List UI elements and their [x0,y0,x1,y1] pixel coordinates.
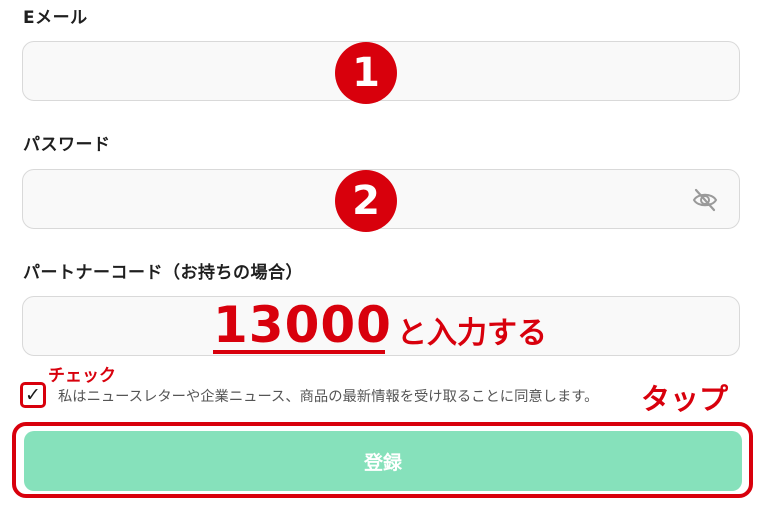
password-label: パスワード [23,135,111,155]
consent-text: 私はニュースレターや企業ニュース、商品の最新情報を受け取ることに同意します。 [58,389,599,405]
step-1-badge: 1 [335,42,397,104]
step-2-badge: 2 [335,170,397,232]
consent-checkbox[interactable]: ✓ [20,382,46,408]
partner-code-annotation-underline [213,350,385,354]
partner-code-label: パートナーコード（お持ちの場合） [23,263,303,283]
partner-code-annotation-instruction: と入力する [397,316,547,351]
tap-annotation: タップ [641,382,729,416]
partner-code-annotation-value: 13000 [213,296,392,354]
register-button[interactable]: 登録 [24,431,742,491]
email-label: Eメール [23,8,88,28]
eye-off-icon[interactable] [691,186,719,214]
check-annotation: チェック [48,366,116,386]
